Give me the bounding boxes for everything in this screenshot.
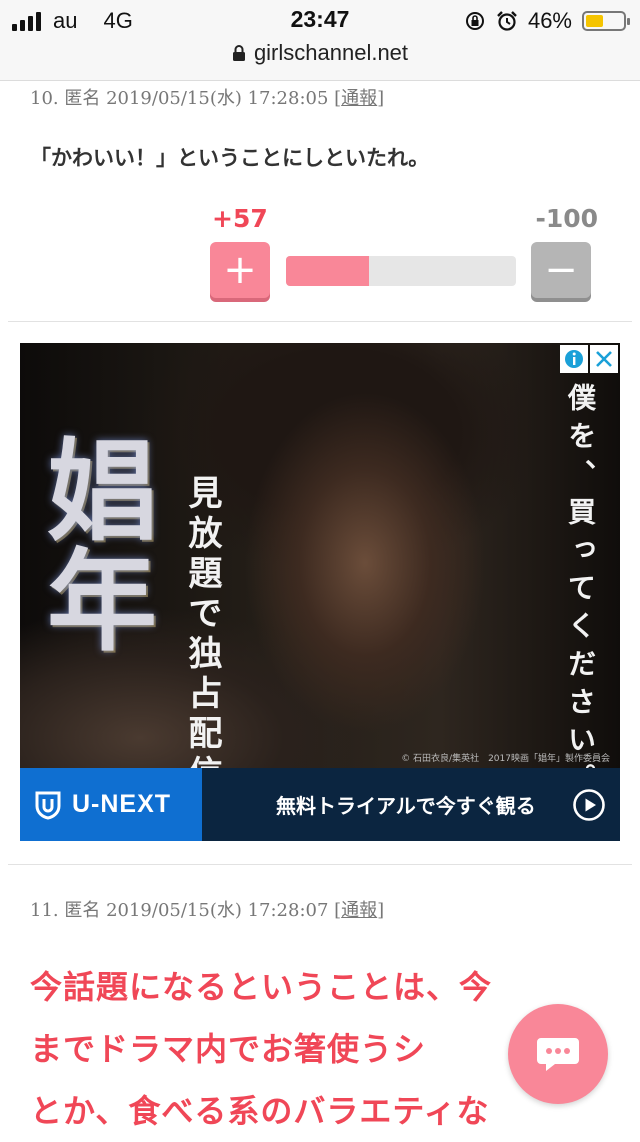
url-domain: girlschannel.net <box>253 40 409 65</box>
comment-meta-end: ] <box>377 900 385 921</box>
play-icon[interactable] <box>572 788 606 822</box>
comment-meta-end: ] <box>377 88 385 109</box>
ad-title: 娼年 <box>28 433 157 653</box>
battery-icon <box>582 11 630 31</box>
plus-vote-button[interactable]: + <box>210 242 270 298</box>
plus-count: +57 <box>212 204 268 233</box>
browser-status-bar: au 4G 23:47 46% girlschannel.net <box>0 0 640 81</box>
minus-count: -100 <box>535 204 598 233</box>
comment-header: 10. 匿名 2019/05/15(水) 17:28:05 [通報] <box>30 84 384 110</box>
divider <box>8 864 632 865</box>
battery-fill <box>586 15 603 27</box>
chat-button[interactable] <box>508 1004 608 1104</box>
ad-cta-text: 無料トライアルで今すぐ観る <box>276 794 536 818</box>
vote-ratio-fill <box>286 256 370 286</box>
ad-brand: U-NEXT <box>72 790 172 818</box>
report-link[interactable]: 通報 <box>341 88 377 109</box>
unext-logo: U-NEXT <box>20 768 202 841</box>
comment-text: 「かわいい！」ということにしといたれ。 <box>30 146 430 170</box>
minus-vote-button[interactable]: − <box>531 242 591 298</box>
comment-header: 11. 匿名 2019/05/15(水) 17:28:07 [通報] <box>30 896 384 922</box>
vote-ratio-bar <box>286 256 516 286</box>
alarm-icon <box>497 11 517 31</box>
ad-tagline: 僕を、買ってください。 <box>564 383 597 801</box>
status-right: 46% <box>464 8 630 34</box>
chat-bubble-icon <box>537 1038 579 1071</box>
ad-subtitle: 見放題で独占配信 <box>182 475 222 795</box>
ad-credit: © 石田衣良/集英社 2017映画「娼年」製作委員会 <box>401 754 610 764</box>
comment-meta: 10. 匿名 2019/05/15(水) 17:28:05 [ <box>30 88 342 109</box>
comment-meta: 11. 匿名 2019/05/15(水) 17:28:07 [ <box>30 900 342 921</box>
lock-icon <box>232 45 245 61</box>
close-icon[interactable] <box>590 345 618 373</box>
advertisement-banner[interactable]: 娼年 見放題で独占配信 僕を、買ってください。 © 石田衣良/集英社 2017映… <box>20 343 620 841</box>
comment-line: 今話題になるということは、今 <box>30 968 493 1006</box>
report-link[interactable]: 通報 <box>341 900 377 921</box>
unext-shield-icon <box>35 791 61 820</box>
rotation-lock-icon <box>465 12 484 30</box>
divider <box>8 321 632 322</box>
url-bar[interactable]: girlschannel.net <box>0 40 640 66</box>
ad-cta-bar[interactable]: U-NEXT 無料トライアルで今すぐ観る <box>20 768 620 841</box>
info-icon[interactable] <box>560 345 588 373</box>
battery-percent: 46% <box>527 8 572 33</box>
